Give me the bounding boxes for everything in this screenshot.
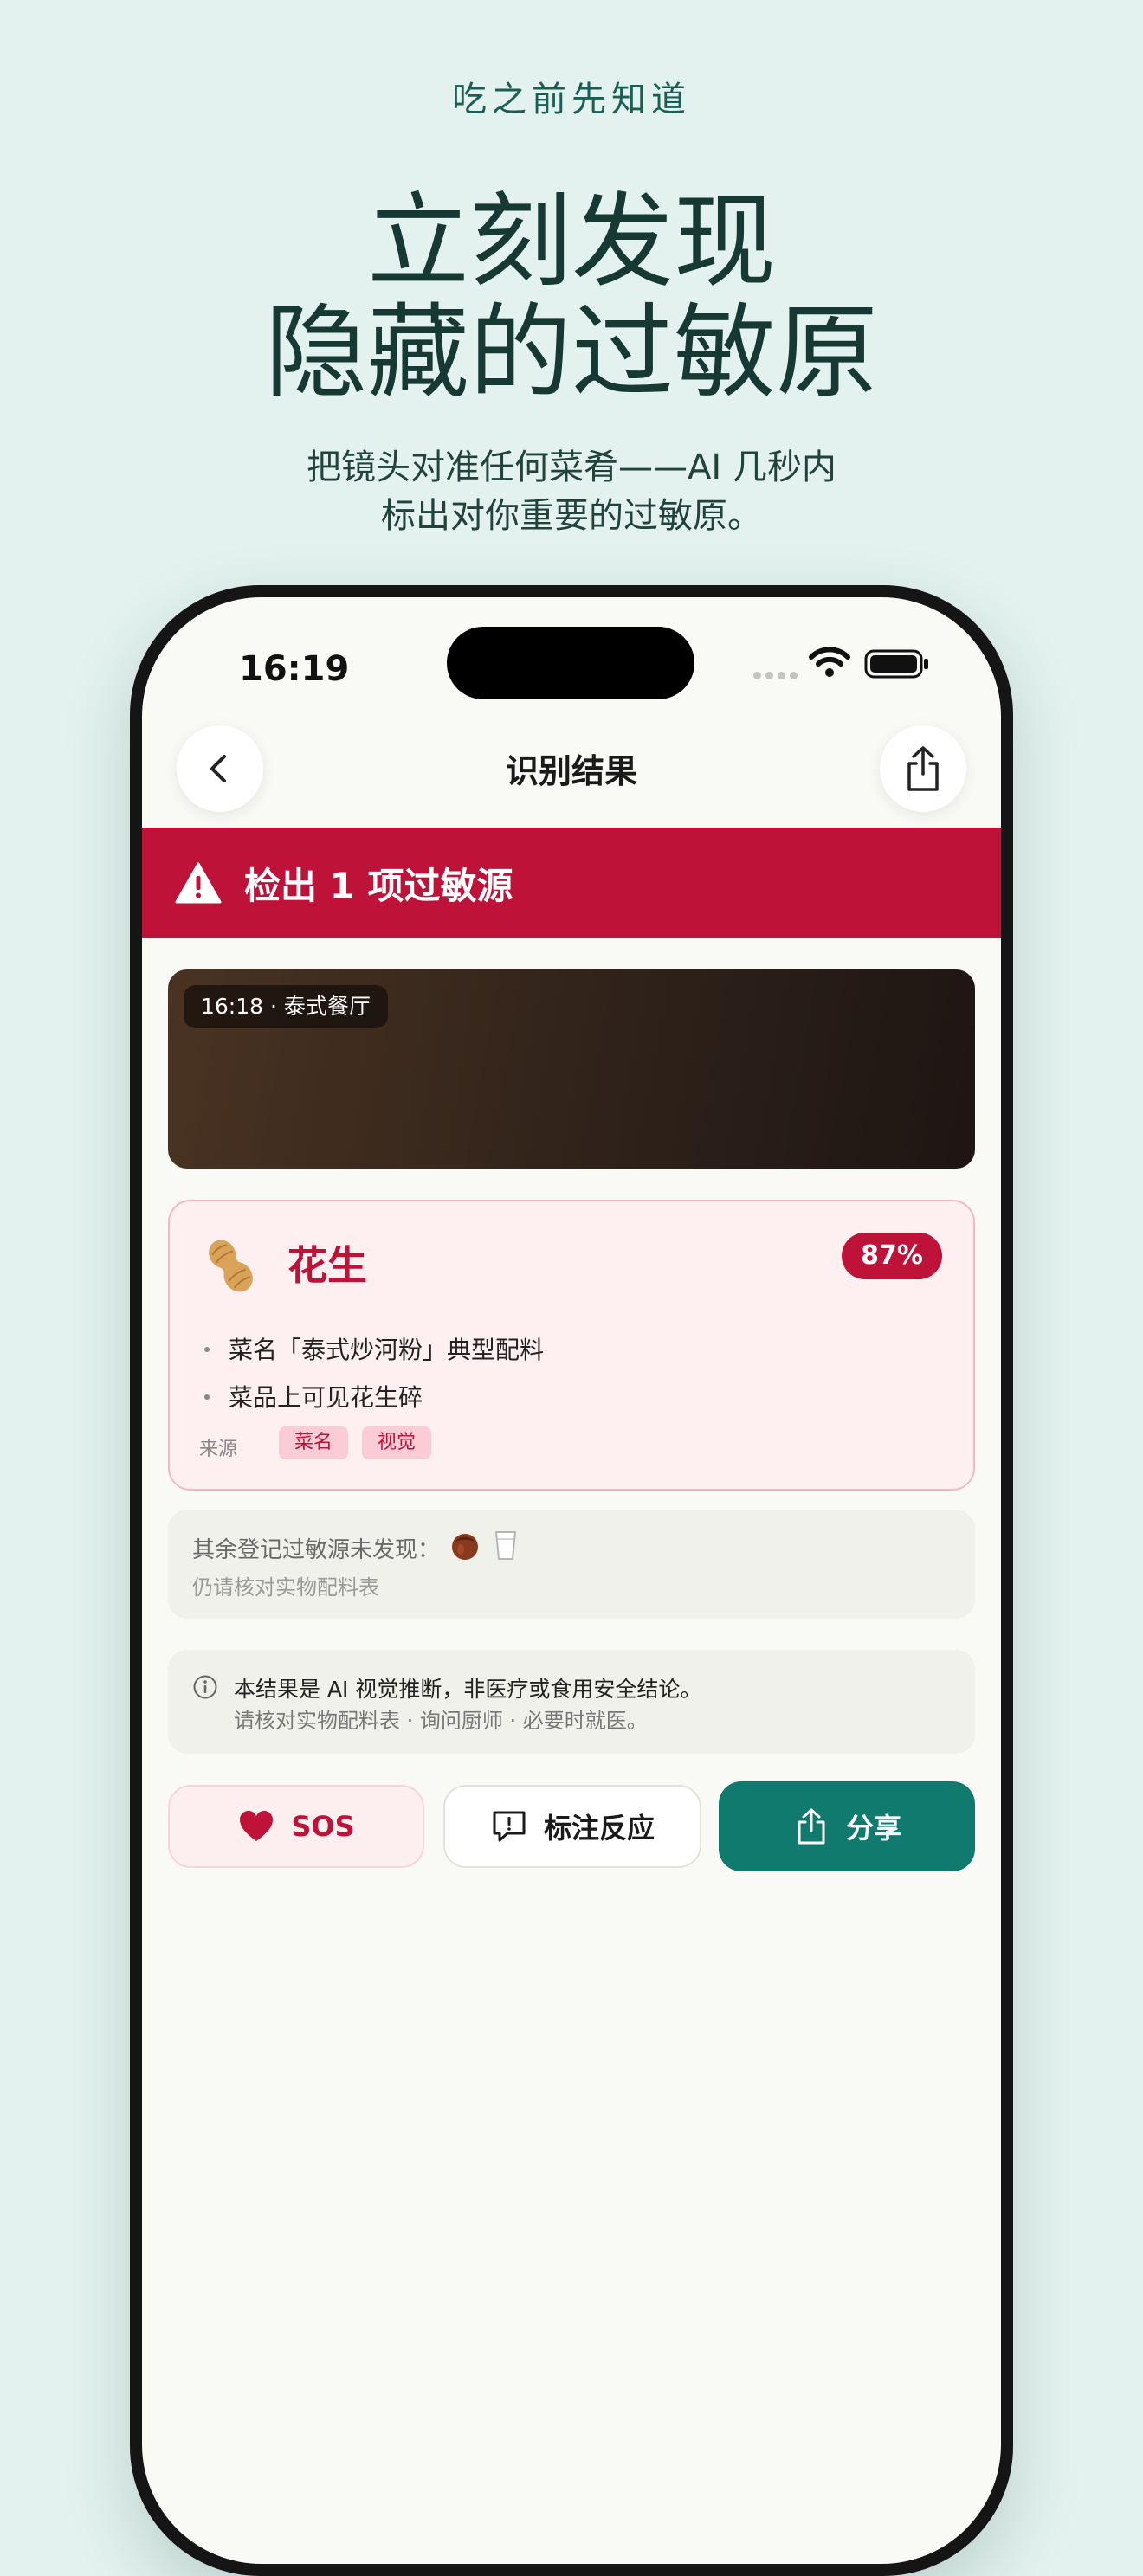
source-chip-dish-name: 菜名 [279,1426,349,1459]
report-reaction-label: 标注反应 [543,1812,655,1845]
allergen-card[interactable]: 花生 87% 菜名「泰式炒河粉」典型配料 菜品上可见花生碎 来源 菜名 视觉 [168,1200,975,1491]
hero-subtitle-line-1: 把镜头对准任何菜肴——AI 几秒内 [307,448,836,487]
other-allergens-card: 其余登记过敏源未发现： 仍请核对实物配料表 [168,1510,975,1619]
sos-label: SOS [291,1810,355,1843]
info-icon [193,1675,217,1699]
confidence-badge: 87% [842,1233,942,1279]
status-time: 16:19 [239,649,350,689]
signal-dots-icon [753,667,802,679]
share-nav-button[interactable] [880,725,966,812]
reason-item: 菜品上可见花生碎 [204,1379,423,1414]
dynamic-island [447,627,694,699]
disclaimer-line-1: 本结果是 AI 视觉推断，非医疗或食用安全结论。 [234,1677,702,1702]
peanut-icon [209,1240,253,1292]
warning-icon [175,862,222,904]
disclaimer-card: 本结果是 AI 视觉推断，非医疗或食用安全结论。 请核对实物配料表 · 询问厨师… [168,1650,975,1754]
hero-headline-line-2: 隐藏的过敏原 [264,293,878,412]
reason-text: 菜名「泰式炒河粉」典型配料 [229,1336,545,1364]
nav-title: 识别结果 [505,752,637,790]
other-allergens-subtitle: 仍请核对实物配料表 [192,1575,379,1600]
other-allergens-title: 其余登记过敏源未发现： [192,1537,441,1563]
photo-timestamp-tag: 16:18 · 泰式餐厅 [184,985,388,1028]
alert-text: 检出 1 项过敏源 [244,864,513,907]
wifi-icon [809,647,850,677]
heart-icon [240,1811,274,1841]
sos-button[interactable]: SOS [168,1785,424,1868]
dish-photo[interactable]: 16:18 · 泰式餐厅 [168,969,975,1169]
allergen-alert-banner: 检出 1 项过敏源 [142,828,1001,938]
share-button[interactable]: 分享 [719,1781,975,1871]
hero-subtitle: 把镜头对准任何菜肴——AI 几秒内 标出对你重要的过敏原。 [0,443,1143,540]
share-icon [907,746,939,791]
disclaimer-line-2: 请核对实物配料表 · 询问厨师 · 必要时就医。 [234,1709,648,1733]
source-chip-visual: 视觉 [362,1426,432,1459]
allergen-name: 花生 [287,1242,367,1289]
reason-text: 菜品上可见花生碎 [229,1383,423,1412]
hero-headline-line-1: 立刻发现 [366,182,776,301]
report-bubble-icon [493,1811,526,1842]
share-icon [798,1808,825,1845]
phone-screen: 16:19 识别结果 检出 1 项过敏源 16:18 · 泰式餐厅 花生 87%… [142,597,1001,2564]
phone-frame: 16:19 识别结果 检出 1 项过敏源 16:18 · 泰式餐厅 花生 87%… [130,585,1013,2576]
milk-icon [495,1531,516,1560]
hero-eyebrow: 吃之前先知道 [452,80,691,119]
share-label: 分享 [845,1812,901,1845]
hero-subtitle-line-2: 标出对你重要的过敏原。 [381,496,762,536]
hero-headline: 立刻发现 隐藏的过敏原 [0,186,1143,408]
source-label: 来源 [199,1439,238,1460]
hazelnut-icon [452,1534,478,1560]
report-reaction-button[interactable]: 标注反应 [443,1785,701,1868]
reason-item: 菜名「泰式炒河粉」典型配料 [204,1331,544,1366]
battery-icon [864,649,928,679]
